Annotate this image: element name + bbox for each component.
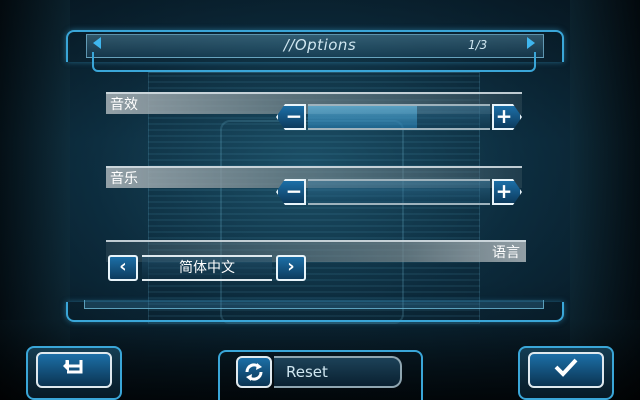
reset-label: Reset — [286, 363, 328, 381]
sound-effects-slider[interactable]: − + — [276, 104, 522, 130]
background-door — [220, 120, 404, 324]
bottom-frame — [66, 302, 564, 322]
music-label: 音乐 — [110, 171, 138, 187]
checkmark-icon — [528, 352, 604, 388]
sound-effects-minus-button[interactable]: − — [276, 104, 306, 130]
language-selector[interactable]: ‹ 简体中文 › — [108, 253, 306, 283]
reset-icon[interactable] — [236, 356, 272, 388]
prev-page-icon[interactable] — [93, 37, 101, 49]
next-page-icon[interactable] — [527, 37, 535, 49]
back-button[interactable] — [26, 346, 122, 400]
sound-effects-fill — [308, 106, 418, 128]
language-next-button[interactable]: › — [276, 255, 306, 281]
sound-effects-label: 音效 — [110, 97, 138, 113]
language-value: 简体中文 — [142, 255, 272, 281]
sound-effects-track[interactable] — [308, 104, 490, 130]
page-indicator: 1/3 — [468, 38, 488, 52]
header-frame-lower — [92, 52, 536, 72]
page-title: //Options — [283, 36, 357, 54]
confirm-button[interactable] — [518, 346, 614, 400]
music-plus-button[interactable]: + — [492, 179, 522, 205]
music-minus-button[interactable]: − — [276, 179, 306, 205]
music-slider[interactable]: − + — [276, 179, 522, 205]
language-label: 语言 — [492, 245, 520, 261]
language-prev-button[interactable]: ‹ — [108, 255, 138, 281]
music-track[interactable] — [308, 179, 490, 205]
back-icon — [36, 352, 112, 388]
sound-effects-plus-button[interactable]: + — [492, 104, 522, 130]
